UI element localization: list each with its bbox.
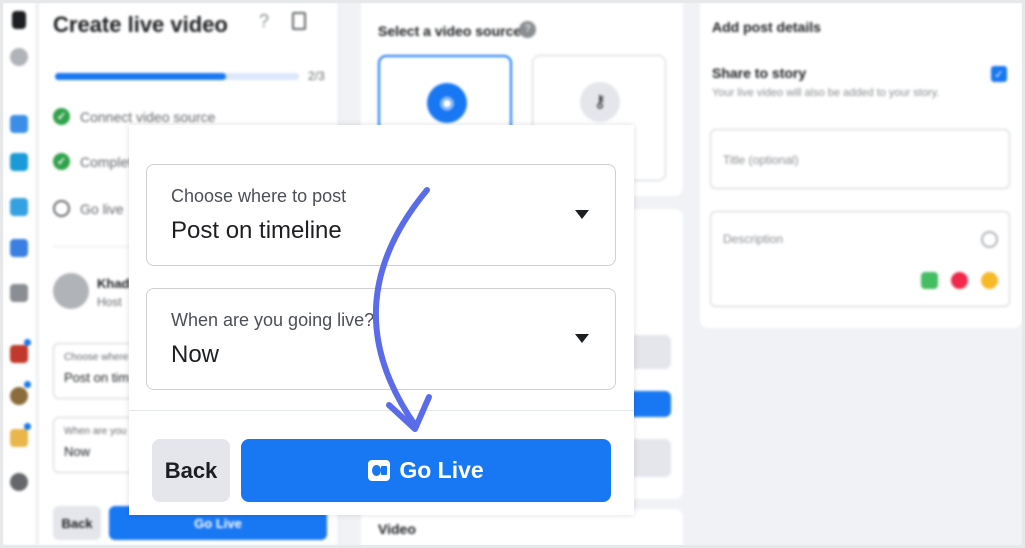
back-button-label: Back [164,457,218,483]
more-icon[interactable] [10,473,28,491]
key-icon: ⚷ [580,82,620,122]
step-go-live: Go live [53,200,124,217]
help-icon[interactable]: ? [519,21,536,38]
back-button[interactable]: Back [152,439,230,502]
facebook-icon[interactable] [12,11,26,29]
go-live-button-label: Go Live [399,457,484,483]
field-value: Post on tim [64,370,130,385]
video-section-title: Video [378,521,416,537]
help-icon[interactable]: ? [259,11,269,32]
user-name: Khadi [97,276,134,291]
field-label: When are you [64,426,127,437]
when-going-live-value: Now [171,341,220,368]
post-details-title: Add post details [712,19,821,35]
check-icon: ✓ [53,108,70,125]
progress-count: 2/3 [308,69,325,83]
where-to-post-select[interactable]: Choose where to post Post on timeline [146,164,616,266]
book-icon[interactable] [292,12,306,30]
screenshot-frame: Create live video ? 2/3 ✓ Connect video … [0,0,1025,548]
tag-person-icon[interactable] [921,272,938,289]
step-connect-source: ✓ Connect video source [53,108,215,125]
share-story-label: Share to story [712,65,807,81]
page-icon[interactable] [10,429,28,447]
watch-icon[interactable] [10,239,28,257]
chevron-down-icon [575,334,589,343]
page-icon[interactable] [10,345,28,363]
emoji-icon[interactable] [981,231,998,248]
memories-icon[interactable] [10,284,28,302]
progress-fill [55,73,226,80]
page-icon[interactable] [10,387,28,405]
groups-icon[interactable] [10,153,28,171]
icon-rail [3,3,37,545]
pending-circle-icon [53,200,70,217]
notification-dot [24,423,31,430]
description-input[interactable]: Description [710,211,1010,307]
location-icon[interactable] [951,272,968,289]
modal-divider [129,410,634,411]
share-story-checkbox[interactable]: ✓ [991,66,1007,82]
step-label: Go live [80,200,124,217]
share-story-description: Your live video will also be added to yo… [712,87,940,99]
title-placeholder: Title (optional) [723,153,799,167]
feeling-icon[interactable] [981,272,998,289]
post-details-card: Add post details Share to story Your liv… [700,3,1022,328]
step-complete: ✓ Complete [53,153,140,170]
field-value: Now [64,444,91,459]
panel-title: Create live video [53,12,228,37]
where-to-post-value: Post on timeline [171,217,342,244]
field-label: Choose where [64,352,129,363]
camera-icon: ◉ [427,83,467,123]
video-source-title: Select a video source [378,23,522,39]
notification-dot [24,339,31,346]
title-input[interactable]: Title (optional) [710,129,1010,189]
description-placeholder: Description [723,232,784,246]
when-going-live-select[interactable]: When are you going live? Now [146,288,616,390]
profile-icon[interactable] [10,48,28,66]
go-live-modal: Choose where to post Post on timeline Wh… [129,125,634,515]
step-label: Connect video source [80,108,216,125]
when-going-live-label: When are you going live? [171,310,375,330]
marketplace-icon[interactable] [10,198,28,216]
friends-icon[interactable] [10,115,28,133]
back-button-background[interactable]: Back [53,506,101,540]
live-video-icon [368,460,391,481]
where-to-post-label: Choose where to post [171,186,347,206]
go-live-button[interactable]: Go Live [241,439,611,502]
notification-dot [24,381,31,388]
avatar [53,273,89,309]
chevron-down-icon [575,210,589,219]
user-role: Host [97,295,122,309]
progress-bar [55,73,299,80]
check-icon: ✓ [53,153,70,170]
